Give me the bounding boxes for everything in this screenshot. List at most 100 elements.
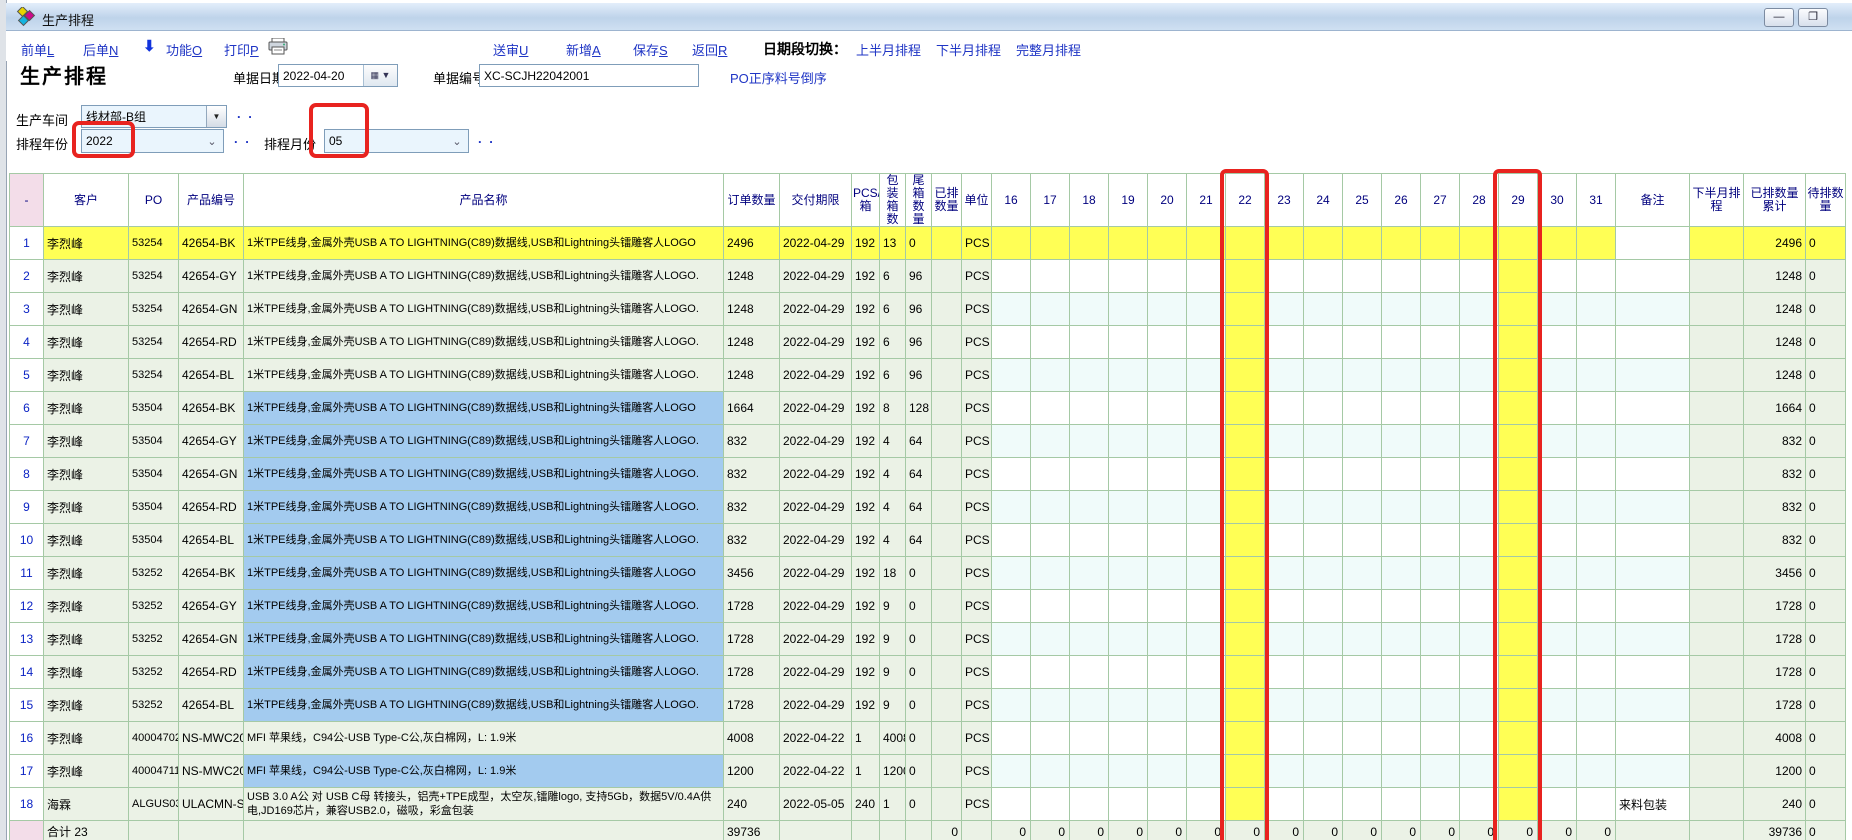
cell-day-24[interactable] — [1304, 524, 1343, 557]
cell-second-half[interactable] — [1690, 656, 1744, 689]
cell-remark[interactable] — [1616, 524, 1690, 557]
cell-cum-scheduled[interactable]: 4008 — [1744, 722, 1806, 755]
schedule-month-select[interactable]: 05 ⌄ — [324, 129, 469, 153]
cell-day-29[interactable] — [1499, 656, 1538, 689]
cell-unit[interactable]: PCS — [962, 326, 992, 359]
cell-day-28[interactable] — [1460, 458, 1499, 491]
cell-po[interactable]: 53254 — [129, 293, 179, 326]
cell-day-30[interactable] — [1538, 392, 1577, 425]
cell-po[interactable]: 53254 — [129, 359, 179, 392]
cell-unit[interactable]: PCS — [962, 722, 992, 755]
cell-tail-qty[interactable]: 96 — [906, 359, 932, 392]
cell-row-number[interactable]: 18 — [10, 788, 44, 821]
cell-remark[interactable] — [1616, 590, 1690, 623]
cell-day-28[interactable] — [1460, 623, 1499, 656]
cell-pcs-per-box[interactable]: 240 — [852, 788, 880, 821]
cell-day-23[interactable] — [1265, 557, 1304, 590]
cell-day-22[interactable] — [1226, 392, 1265, 425]
cell-remark[interactable] — [1616, 722, 1690, 755]
cell-tail-qty[interactable]: 0 — [906, 656, 932, 689]
cell-row-number[interactable]: 15 — [10, 689, 44, 722]
cell-product-name[interactable]: 1米TPE线身,金属外壳USB A TO LIGHTNING(C89)数据线,U… — [244, 623, 724, 656]
cell-second-half[interactable] — [1690, 260, 1744, 293]
cell-cum-scheduled[interactable]: 832 — [1744, 524, 1806, 557]
cell-due-date[interactable]: 2022-04-29 — [780, 524, 852, 557]
cell-box-count[interactable]: 1200 — [880, 755, 906, 788]
cell-day-19[interactable] — [1109, 524, 1148, 557]
cell-customer[interactable]: 李烈峰 — [44, 260, 129, 293]
cell-cum-scheduled[interactable]: 1248 — [1744, 293, 1806, 326]
cell-day-16[interactable] — [992, 788, 1031, 821]
cell-day-30[interactable] — [1538, 326, 1577, 359]
cell-day-17[interactable] — [1031, 788, 1070, 821]
cell-remark[interactable] — [1616, 689, 1690, 722]
cell-day-31[interactable] — [1577, 788, 1616, 821]
cell-day-16[interactable] — [992, 227, 1031, 260]
cell-scheduled-qty[interactable] — [932, 392, 962, 425]
cell-tail-qty[interactable]: 64 — [906, 425, 932, 458]
cell-scheduled-qty[interactable] — [932, 491, 962, 524]
cell-day-20[interactable] — [1148, 623, 1187, 656]
cell-po[interactable]: 53252 — [129, 623, 179, 656]
cell-day-22[interactable] — [1226, 689, 1265, 722]
cell-day-30[interactable] — [1538, 524, 1577, 557]
cell-product-code[interactable]: 42654-BL — [179, 524, 244, 557]
cell-day-20[interactable] — [1148, 524, 1187, 557]
cell-pcs-per-box[interactable]: 192 — [852, 293, 880, 326]
cell-cum-scheduled[interactable]: 1248 — [1744, 326, 1806, 359]
cell-due-date[interactable]: 2022-04-29 — [780, 458, 852, 491]
cell-tail-qty[interactable]: 0 — [906, 623, 932, 656]
cell-day-16[interactable] — [992, 458, 1031, 491]
cell-product-name[interactable]: 1米TPE线身,金属外壳USB A TO LIGHTNING(C89)数据线,U… — [244, 656, 724, 689]
submit-review-link[interactable]: 送审U — [493, 40, 528, 59]
cell-day-29[interactable] — [1499, 590, 1538, 623]
table-row[interactable]: 17李烈峰4000471181/1182NS-MWC20W1WMFI 苹果线，C… — [10, 755, 1846, 788]
cell-day-29[interactable] — [1499, 623, 1538, 656]
cell-day-22[interactable] — [1226, 524, 1265, 557]
cell-pcs-per-box[interactable]: 192 — [852, 590, 880, 623]
cell-day-29[interactable] — [1499, 293, 1538, 326]
doc-date-input[interactable]: 2022-04-20 ▦ ▼ — [278, 64, 398, 87]
cell-pending-qty[interactable]: 0 — [1806, 755, 1846, 788]
cell-day-20[interactable] — [1148, 557, 1187, 590]
cell-day-25[interactable] — [1343, 623, 1382, 656]
cell-day-23[interactable] — [1265, 293, 1304, 326]
cell-order-qty[interactable]: 1664 — [724, 392, 780, 425]
cell-unit[interactable]: PCS — [962, 524, 992, 557]
cell-day-27[interactable] — [1421, 557, 1460, 590]
cell-day-18[interactable] — [1070, 755, 1109, 788]
cell-day-31[interactable] — [1577, 293, 1616, 326]
cell-pcs-per-box[interactable]: 192 — [852, 557, 880, 590]
cell-remark[interactable] — [1616, 557, 1690, 590]
cell-day-22[interactable] — [1226, 326, 1265, 359]
cell-day-24[interactable] — [1304, 557, 1343, 590]
cell-product-code[interactable]: 42654-BL — [179, 359, 244, 392]
cell-pcs-per-box[interactable]: 192 — [852, 656, 880, 689]
cell-product-name[interactable]: 1米TPE线身,金属外壳USB A TO LIGHTNING(C89)数据线,U… — [244, 590, 724, 623]
cell-day-20[interactable] — [1148, 359, 1187, 392]
cell-customer[interactable]: 李烈峰 — [44, 458, 129, 491]
cell-day-18[interactable] — [1070, 326, 1109, 359]
cell-pending-qty[interactable]: 0 — [1806, 722, 1846, 755]
cell-customer[interactable]: 海霖 — [44, 788, 129, 821]
cell-pcs-per-box[interactable]: 192 — [852, 491, 880, 524]
cell-pending-qty[interactable]: 0 — [1806, 326, 1846, 359]
cell-day-17[interactable] — [1031, 656, 1070, 689]
cell-day-24[interactable] — [1304, 458, 1343, 491]
cell-order-qty[interactable]: 1248 — [724, 326, 780, 359]
cell-product-code[interactable]: 42654-RD — [179, 656, 244, 689]
cell-remark[interactable] — [1616, 227, 1690, 260]
cell-day-31[interactable] — [1577, 722, 1616, 755]
cell-day-26[interactable] — [1382, 458, 1421, 491]
workshop-lookup-link[interactable]: . . — [237, 106, 254, 121]
cell-day-17[interactable] — [1031, 623, 1070, 656]
cell-pcs-per-box[interactable]: 192 — [852, 623, 880, 656]
cell-day-27[interactable] — [1421, 656, 1460, 689]
cell-cum-scheduled[interactable]: 1728 — [1744, 656, 1806, 689]
cell-day-29[interactable] — [1499, 788, 1538, 821]
cell-po[interactable]: 53252 — [129, 557, 179, 590]
cell-day-29[interactable] — [1499, 359, 1538, 392]
cell-day-23[interactable] — [1265, 755, 1304, 788]
cell-day-19[interactable] — [1109, 689, 1148, 722]
cell-tail-qty[interactable]: 0 — [906, 557, 932, 590]
